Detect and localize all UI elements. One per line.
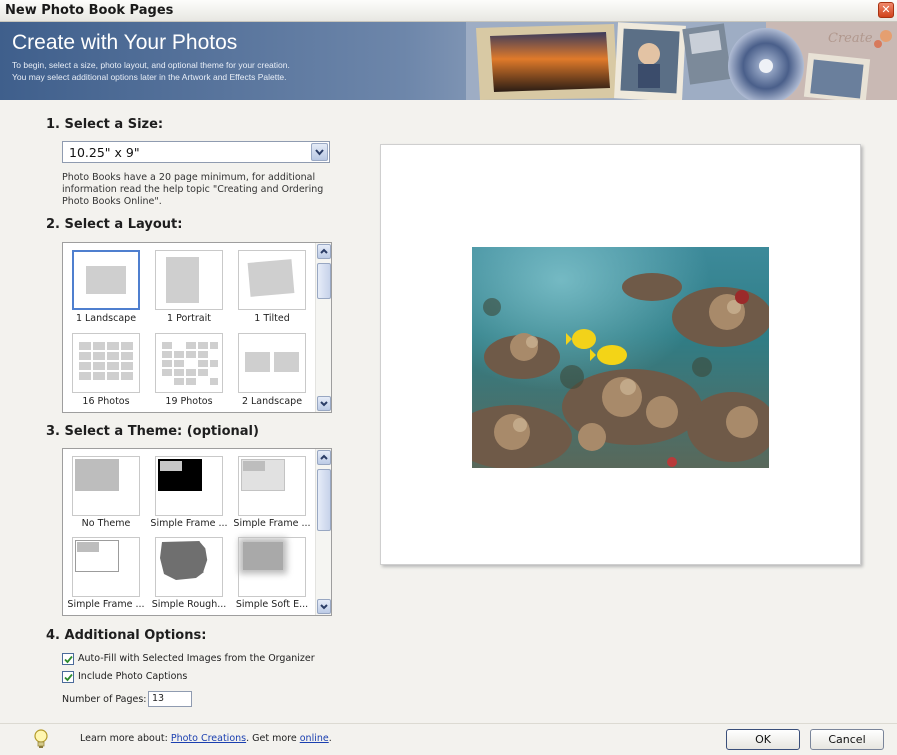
theme-list[interactable]: No Theme Simple Frame ... Simple Frame .… xyxy=(62,448,332,616)
header-banner: Create with Your Photos To begin, select… xyxy=(0,22,897,100)
scroll-up-icon[interactable] xyxy=(317,450,331,465)
footer-help-text: Learn more about: Photo Creations. Get m… xyxy=(80,733,332,744)
scroll-down-icon[interactable] xyxy=(317,599,331,614)
theme-item-simple-frame-black[interactable] xyxy=(155,456,223,516)
size-note-line1: Photo Books have a 20 page minimum, for … xyxy=(62,172,316,183)
layout-label: 2 Landscape xyxy=(241,396,303,407)
pages-label: Number of Pages: xyxy=(62,694,147,705)
footer-bar: Learn more about: Photo Creations. Get m… xyxy=(0,723,897,755)
layout-label: 1 Portrait xyxy=(167,313,211,324)
pages-input[interactable]: 13 xyxy=(148,691,192,707)
size-note-line2: information read the help topic "Creatin… xyxy=(62,184,324,195)
header-description-line2: You may select additional options later … xyxy=(12,72,287,82)
theme-item-no-theme[interactable] xyxy=(72,456,140,516)
photo-creations-link[interactable]: Photo Creations xyxy=(171,733,246,744)
page-preview xyxy=(380,144,861,565)
header-description-line1: To begin, select a size, photo layout, a… xyxy=(12,60,290,70)
size-heading: 1. Select a Size: xyxy=(46,117,164,132)
more-text: . Get more xyxy=(246,733,300,744)
theme-label: No Theme xyxy=(81,518,131,529)
autofill-checkbox[interactable] xyxy=(62,653,74,665)
theme-label: Simple Frame ... xyxy=(150,518,228,529)
header-title: Create with Your Photos xyxy=(12,31,238,54)
autofill-label: Auto-Fill with Selected Images from the … xyxy=(78,653,315,664)
layout-item-16-photos[interactable] xyxy=(72,333,140,393)
scroll-thumb[interactable] xyxy=(317,469,331,531)
chevron-down-icon[interactable] xyxy=(311,143,328,161)
ok-button[interactable]: OK xyxy=(726,729,800,750)
svg-text:Create: Create xyxy=(828,31,873,46)
layout-scrollbar[interactable] xyxy=(315,243,331,412)
layout-label: 1 Tilted xyxy=(254,313,290,324)
autofill-option[interactable]: Auto-Fill with Selected Images from the … xyxy=(62,653,342,667)
scroll-up-icon[interactable] xyxy=(317,244,331,259)
layout-label: 1 Landscape xyxy=(75,313,137,324)
layout-heading: 2. Select a Layout: xyxy=(46,217,183,232)
layout-label: 16 Photos xyxy=(82,396,130,407)
theme-item-simple-soft-edge[interactable] xyxy=(238,537,306,597)
title-bar: New Photo Book Pages ✕ xyxy=(0,0,897,22)
theme-item-simple-frame-white[interactable] xyxy=(72,537,140,597)
theme-label: Simple Soft E... xyxy=(235,599,309,610)
window-title: New Photo Book Pages xyxy=(5,3,174,18)
theme-label: Simple Rough... xyxy=(151,599,227,610)
dialog-window: New Photo Book Pages ✕ Create with Your … xyxy=(0,0,897,755)
close-icon[interactable]: ✕ xyxy=(878,2,894,18)
scroll-down-icon[interactable] xyxy=(317,396,331,411)
learn-prefix: Learn more about: xyxy=(80,733,171,744)
cancel-button[interactable]: Cancel xyxy=(810,729,884,750)
layout-item-1-tilted[interactable] xyxy=(238,250,306,310)
theme-item-simple-frame-gray[interactable] xyxy=(238,456,306,516)
options-heading: 4. Additional Options: xyxy=(46,628,207,643)
layout-item-1-portrait[interactable] xyxy=(155,250,223,310)
theme-label: Simple Frame ... xyxy=(233,518,311,529)
scroll-thumb[interactable] xyxy=(317,263,331,299)
theme-item-simple-rough[interactable] xyxy=(155,537,223,597)
size-selected-value: 10.25" x 9" xyxy=(69,145,140,160)
layout-item-1-landscape[interactable] xyxy=(72,250,140,310)
layout-item-19-photos[interactable] xyxy=(155,333,223,393)
captions-option[interactable]: Include Photo Captions xyxy=(62,671,212,685)
layout-list[interactable]: 1 Landscape 1 Portrait 1 Tilted 16 Photo… xyxy=(62,242,332,413)
theme-label: Simple Frame ... xyxy=(67,599,145,610)
online-link[interactable]: online xyxy=(300,733,329,744)
captions-label: Include Photo Captions xyxy=(78,671,188,682)
preview-photo xyxy=(472,247,769,468)
layout-item-2-landscape[interactable] xyxy=(238,333,306,393)
theme-heading: 3. Select a Theme: (optional) xyxy=(46,424,259,439)
captions-checkbox[interactable] xyxy=(62,671,74,683)
lightbulb-icon xyxy=(34,729,48,748)
theme-scrollbar[interactable] xyxy=(315,449,331,615)
footer-end-text: . xyxy=(328,733,332,744)
layout-label: 19 Photos xyxy=(165,396,213,407)
size-note-line3: Photo Books Online". xyxy=(62,196,162,207)
banner-collage-image: Create xyxy=(466,22,897,100)
size-dropdown[interactable]: 10.25" x 9" xyxy=(62,141,330,163)
